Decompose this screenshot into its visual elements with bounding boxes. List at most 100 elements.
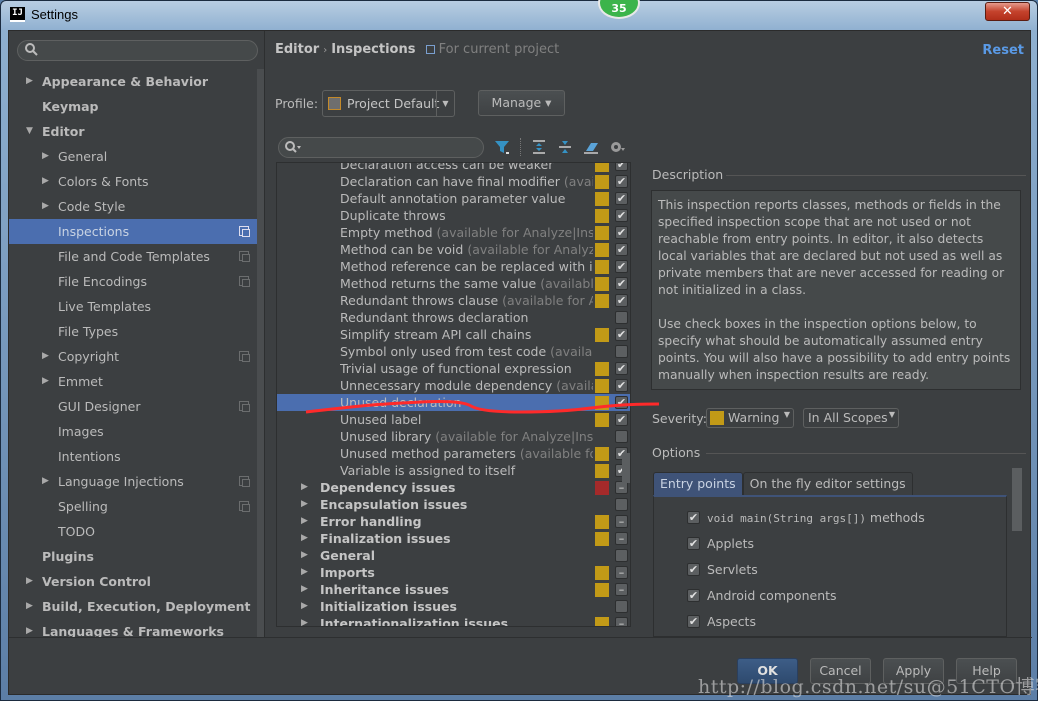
enable-checkbox[interactable]: – — [615, 583, 628, 596]
inspection-group[interactable]: ▶ Finalization issues – — [277, 530, 630, 547]
enable-checkbox[interactable]: – — [615, 617, 628, 626]
sidebar-item[interactable]: Plugins — [9, 544, 257, 569]
chevron-right-icon[interactable]: ▶ — [301, 564, 308, 581]
sidebar-item[interactable]: File Encodings — [9, 269, 257, 294]
sidebar-item[interactable]: ▼ Editor — [9, 119, 257, 144]
enable-checkbox[interactable]: ✔ — [615, 226, 628, 239]
inspection-row[interactable]: Default annotation parameter value ✔ — [277, 190, 630, 207]
inspection-row[interactable]: Method reference can be replaced with it… — [277, 258, 630, 275]
enable-checkbox[interactable]: ✔ — [615, 260, 628, 273]
sidebar-item[interactable]: Keymap — [9, 94, 257, 119]
profile-dropdown[interactable]: Project Default ▼ — [322, 90, 455, 117]
inspection-row[interactable]: Simplify stream API call chains ✔ — [277, 326, 630, 343]
enable-checkbox[interactable] — [615, 600, 628, 613]
enable-checkbox[interactable]: ✔ — [615, 413, 628, 426]
entry-point-checkbox[interactable]: ✔ — [687, 563, 700, 576]
chevron-right-icon[interactable]: ▶ — [301, 598, 308, 615]
inspection-group[interactable]: ▶ Internationalization issues – — [277, 615, 630, 626]
inspection-row[interactable]: Unused declaration ✔ — [277, 394, 630, 411]
chevron-right-icon[interactable]: ▶ — [42, 469, 49, 494]
enable-checkbox[interactable]: – — [615, 515, 628, 528]
inspection-row[interactable]: Declaration access can be weaker ✔ — [277, 163, 630, 173]
sidebar-item[interactable]: Images — [9, 419, 257, 444]
enable-checkbox[interactable]: ✔ — [615, 175, 628, 188]
sidebar-item[interactable]: Inspections — [9, 219, 257, 244]
enable-checkbox[interactable]: ✔ — [615, 294, 628, 307]
inspections-scrollbar[interactable] — [622, 453, 630, 483]
inspection-row[interactable]: Empty method (available for Analyze|Insp… — [277, 224, 630, 241]
inspection-row[interactable]: Declaration can have final modifier (ava… — [277, 173, 630, 190]
enable-checkbox[interactable]: ✔ — [615, 209, 628, 222]
sidebar-item[interactable]: ▶ Copyright — [9, 344, 257, 369]
inspection-row[interactable]: Redundant throws declaration — [277, 309, 630, 326]
chevron-right-icon[interactable]: ▶ — [301, 581, 308, 598]
sidebar-item[interactable]: Live Templates — [9, 294, 257, 319]
inspection-row[interactable]: Trivial usage of functional expression ✔ — [277, 360, 630, 377]
enable-checkbox[interactable]: ✔ — [615, 277, 628, 290]
manage-button[interactable]: Manage ▾ — [478, 90, 565, 116]
chevron-right-icon[interactable]: ▶ — [301, 547, 308, 564]
inspection-row[interactable]: Method returns the same value (available… — [277, 275, 630, 292]
enable-checkbox[interactable]: ✔ — [615, 328, 628, 341]
inspection-group[interactable]: ▶ Encapsulation issues — [277, 496, 630, 513]
chevron-right-icon[interactable]: ▶ — [42, 194, 49, 219]
enable-checkbox[interactable]: ✔ — [615, 396, 628, 409]
enable-checkbox[interactable] — [615, 311, 628, 324]
chevron-right-icon[interactable]: ▶ — [26, 69, 33, 94]
sidebar-item[interactable]: ▶ Code Style — [9, 194, 257, 219]
chevron-right-icon[interactable]: ▶ — [26, 619, 33, 637]
tab-on-the-fly-editor-settings[interactable]: On the fly editor settings — [742, 472, 913, 496]
entry-point-checkbox[interactable]: ✔ — [687, 615, 700, 628]
sidebar-item[interactable]: ▶ Appearance & Behavior — [9, 69, 257, 94]
enable-checkbox[interactable]: – — [615, 532, 628, 545]
sidebar-item[interactable]: Spelling — [9, 494, 257, 519]
inspection-group[interactable]: ▶ Initialization issues — [277, 598, 630, 615]
inspection-row[interactable]: Unnecessary module dependency (available… — [277, 377, 630, 394]
chevron-right-icon[interactable]: ▶ — [26, 569, 33, 594]
options-scrollbar[interactable] — [1012, 468, 1022, 531]
severity-dropdown[interactable]: Warning ▼ — [706, 408, 794, 428]
chevron-right-icon[interactable]: ▶ — [301, 479, 308, 496]
sidebar-item[interactable]: TODO — [9, 519, 257, 544]
entry-point-checkbox[interactable]: ✔ — [687, 511, 700, 524]
inspection-row[interactable]: Method can be void (available for Analyz… — [277, 241, 630, 258]
close-button[interactable]: ✕ — [985, 2, 1030, 21]
chevron-right-icon[interactable]: ▶ — [42, 344, 49, 369]
chevron-right-icon[interactable]: ▶ — [42, 369, 49, 394]
chevron-right-icon[interactable]: ▶ — [301, 513, 308, 530]
inspection-group[interactable]: ▶ Dependency issues – — [277, 479, 630, 496]
enable-checkbox[interactable]: ✔ — [615, 163, 628, 171]
sidebar-item[interactable]: ▶ Emmet — [9, 369, 257, 394]
sidebar-item[interactable]: ▶ Version Control — [9, 569, 257, 594]
chevron-right-icon[interactable]: ▶ — [26, 594, 33, 619]
sidebar-item[interactable]: File Types — [9, 319, 257, 344]
sidebar-item[interactable]: ▶ Languages & Frameworks — [9, 619, 257, 637]
enable-checkbox[interactable] — [615, 430, 628, 443]
inspection-group[interactable]: ▶ Inheritance issues – — [277, 581, 630, 598]
tab-entry-points[interactable]: Entry points — [653, 472, 743, 496]
sidebar-item[interactable]: ▶ General — [9, 144, 257, 169]
chevron-right-icon[interactable]: ▶ — [42, 169, 49, 194]
scope-dropdown[interactable]: In All Scopes ▼ — [803, 408, 899, 428]
sidebar-scrollbar[interactable] — [257, 69, 264, 637]
enable-checkbox[interactable] — [615, 345, 628, 358]
chevron-right-icon[interactable]: ▶ — [42, 144, 49, 169]
sidebar-search-input[interactable] — [17, 40, 258, 61]
enable-checkbox[interactable]: ✔ — [615, 192, 628, 205]
enable-checkbox[interactable]: ✔ — [615, 362, 628, 375]
inspection-search-input[interactable] — [278, 137, 484, 158]
gear-icon[interactable] — [609, 139, 625, 155]
sidebar-item[interactable]: ▶ Colors & Fonts — [9, 169, 257, 194]
inspection-row[interactable]: Unused label ✔ — [277, 411, 630, 428]
chevron-right-icon[interactable]: ▶ — [301, 530, 308, 547]
enable-checkbox[interactable]: ✔ — [615, 379, 628, 392]
entry-point-checkbox[interactable]: ✔ — [687, 589, 700, 602]
filter-icon[interactable] — [494, 139, 510, 155]
chevron-right-icon[interactable]: ▶ — [301, 615, 308, 626]
collapse-all-icon[interactable] — [557, 139, 573, 155]
inspection-group[interactable]: ▶ Error handling – — [277, 513, 630, 530]
expand-all-icon[interactable] — [531, 139, 547, 155]
inspection-row[interactable]: Duplicate throws ✔ — [277, 207, 630, 224]
inspection-group[interactable]: ▶ General — [277, 547, 630, 564]
sidebar-item[interactable]: File and Code Templates — [9, 244, 257, 269]
